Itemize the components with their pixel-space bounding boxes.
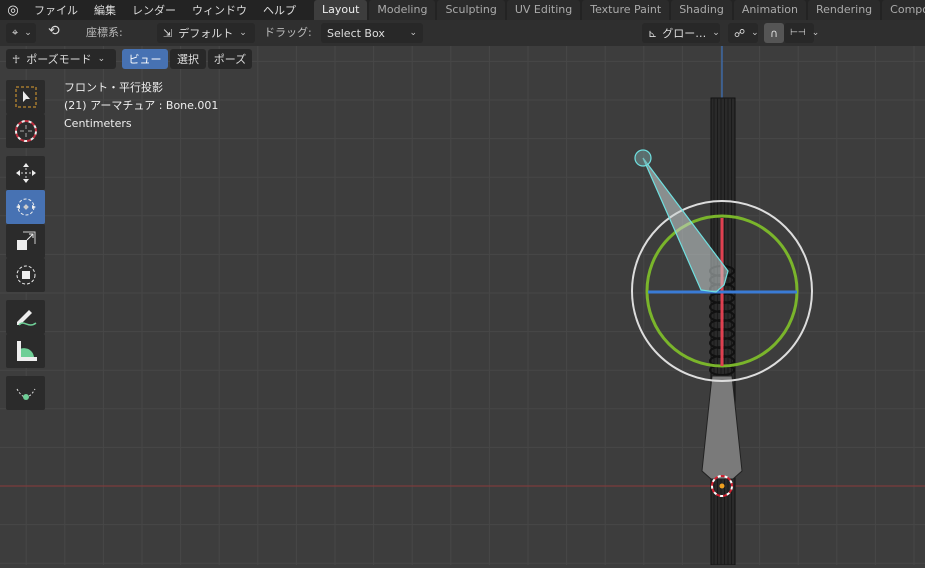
menu-edit[interactable]: 編集 (86, 2, 124, 18)
pencil-icon (16, 310, 36, 326)
tab-animation[interactable]: Animation (733, 0, 806, 20)
snap-toggle[interactable]: ∩ (764, 23, 784, 43)
tool-scale[interactable] (6, 224, 45, 258)
bone-tail-joint (634, 149, 652, 167)
bone-lower (701, 375, 743, 480)
view-name: フロント・平行投影 (64, 81, 163, 94)
pivot-point-icon: ☍ (734, 26, 746, 40)
tool-annotate[interactable] (6, 300, 45, 334)
tab-shading[interactable]: Shading (671, 0, 732, 20)
pose-menu[interactable]: ポーズ (208, 49, 252, 69)
menu-window[interactable]: ウィンドウ (184, 2, 255, 18)
chevron-down-icon: ⌄ (811, 28, 820, 38)
pivot-icon: ⌖ (12, 26, 19, 39)
orientation-icon: ⇲ (163, 26, 173, 40)
pivot-point-dropdown[interactable]: ☍ ⌄ (728, 23, 759, 43)
coord-system-dropdown[interactable]: ⇲ デフォルト ⌄ (157, 23, 255, 43)
viewport-canvas[interactable] (0, 22, 925, 566)
snap-increment-icon: ⊢⊣ (790, 28, 806, 38)
3d-viewport[interactable] (0, 22, 925, 566)
transform-affect-icon[interactable]: ⟲ (48, 23, 60, 39)
chevron-down-icon: ⌄ (712, 28, 720, 38)
blender-logo-icon[interactable]: ◎ (0, 3, 26, 18)
transform-icon (16, 265, 35, 285)
units-label: Centimeters (64, 117, 132, 130)
chevron-down-icon: ⌄ (239, 28, 247, 38)
pose-mode-icon: ☥ (12, 52, 21, 66)
workspace-tabs: Layout Modeling Sculpting UV Editing Tex… (314, 0, 925, 20)
tab-texture-paint[interactable]: Texture Paint (582, 0, 670, 20)
chevron-down-icon: ⌄ (24, 28, 32, 38)
view-menu[interactable]: ビュー (122, 49, 168, 69)
tool-measure[interactable] (6, 334, 45, 368)
tab-modeling[interactable]: Modeling (369, 0, 436, 20)
menu-help[interactable]: ヘルプ (255, 2, 304, 18)
orientation-icon: ⊾ (648, 26, 658, 40)
tool-select-box[interactable] (6, 80, 45, 114)
move-icon (15, 163, 36, 183)
scale-icon (16, 231, 35, 250)
coord-value: デフォルト (178, 27, 234, 40)
snap-dropdown[interactable]: ⊢⊣ ⌄ (784, 23, 819, 43)
tab-sculpting[interactable]: Sculpting (437, 0, 505, 20)
menu-render[interactable]: レンダー (124, 2, 184, 18)
top-menubar: ◎ ファイル 編集 レンダー ウィンドウ ヘルプ Layout Modeling… (0, 0, 925, 20)
tool-move[interactable] (6, 156, 45, 190)
tool-cursor[interactable] (6, 114, 45, 148)
chevron-down-icon: ⌄ (409, 28, 417, 38)
coord-label: 座標系: (86, 26, 123, 39)
chevron-down-icon: ⌄ (97, 54, 106, 64)
menu-file[interactable]: ファイル (26, 2, 86, 18)
orientation-dropdown[interactable]: ⊾ グロー… ⌄ (642, 23, 720, 43)
orientation-value: グロー… (662, 27, 707, 40)
drag-label: ドラッグ: (264, 26, 312, 39)
tab-compositing[interactable]: Compositing (882, 0, 925, 20)
transform-pivot-dropdown[interactable]: ⌖ ⌄ (6, 23, 36, 43)
cursor-icon (14, 120, 37, 142)
curve-icon (16, 388, 35, 400)
tab-uv-editing[interactable]: UV Editing (506, 0, 581, 20)
drag-value: Select Box (327, 26, 385, 40)
rotate-icon (15, 198, 36, 216)
magnet-icon: ∩ (770, 26, 779, 40)
tool-bone-envelope[interactable] (6, 376, 45, 410)
mode-dropdown[interactable]: ☥ ポーズモード ⌄ (6, 49, 116, 69)
origin-point (719, 483, 725, 489)
mode-value: ポーズモード (26, 53, 92, 66)
viewport-header: ⌖ ⌄ ⟲ 座標系: ⇲ デフォルト ⌄ ドラッグ: Select Box ⌄ ⊾ グロー… (0, 20, 925, 46)
chevron-down-icon: ⌄ (751, 28, 759, 38)
select-menu[interactable]: 選択 (170, 49, 206, 69)
tool-transform[interactable] (6, 258, 45, 292)
drag-dropdown[interactable]: Select Box ⌄ (321, 23, 423, 43)
measure-icon (16, 341, 37, 361)
select-box-icon (15, 86, 36, 108)
tab-layout[interactable]: Layout (314, 0, 368, 20)
tab-rendering[interactable]: Rendering (807, 0, 881, 20)
tool-rotate[interactable] (6, 190, 45, 224)
active-object: (21) アーマチュア : Bone.001 (64, 99, 219, 112)
